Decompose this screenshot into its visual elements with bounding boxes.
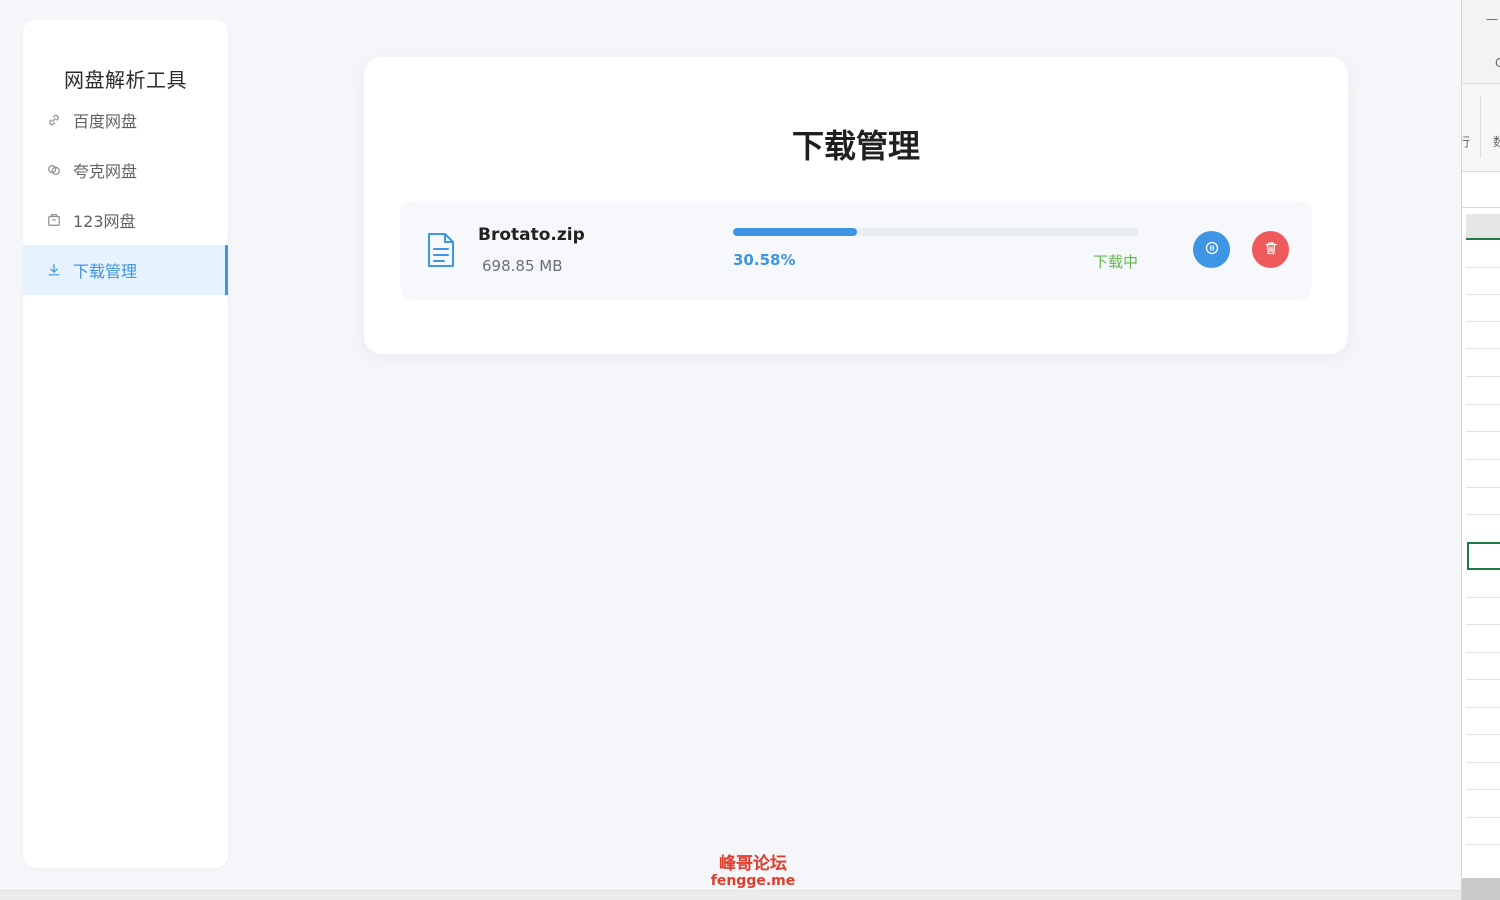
selected-cell[interactable] <box>1467 542 1500 570</box>
grid-line <box>1466 376 1500 377</box>
grid-line <box>1466 844 1500 845</box>
grid-line <box>1466 348 1500 349</box>
sidebar-item-label: 夸克网盘 <box>73 162 138 181</box>
grid-line <box>1466 707 1500 708</box>
window-bottom-edge <box>0 890 1461 900</box>
download-icon <box>47 263 61 277</box>
grid-line <box>1466 679 1500 680</box>
grid-line <box>1466 597 1500 598</box>
file-name: Brotato.zip <box>478 225 585 245</box>
file-size: 698.85 MB <box>482 257 563 275</box>
sidebar-item-label: 123网盘 <box>73 212 136 231</box>
download-manager-panel: 下载管理 Brotato.zip 698.85 MB 30.58% 下载中 <box>364 57 1348 354</box>
column-header <box>1466 214 1500 240</box>
grid-line <box>1466 431 1500 432</box>
grid-line <box>1466 624 1500 625</box>
app-window: 网盘解析工具 百度网盘 夸克网盘 123网盘 下载管理 下载管理 Brotato… <box>0 0 1500 900</box>
sidebar: 网盘解析工具 百度网盘 夸克网盘 123网盘 下载管理 <box>23 20 228 868</box>
download-item: Brotato.zip 698.85 MB 30.58% 下载中 <box>400 201 1312 300</box>
sidebar-nav: 百度网盘 夸克网盘 123网盘 下载管理 <box>23 95 228 295</box>
ribbon-glyph: C <box>1495 56 1500 70</box>
grid-line <box>1466 321 1500 322</box>
link-icon <box>47 113 61 127</box>
grid-line <box>1466 514 1500 515</box>
trash-icon <box>1263 240 1279 259</box>
app-title: 网盘解析工具 <box>64 68 187 92</box>
grid-line <box>1466 487 1500 488</box>
background-window-ribbon <box>1462 84 1500 172</box>
storage-box-icon <box>47 213 61 227</box>
ribbon-divider <box>1480 96 1481 158</box>
grid-line <box>1466 789 1500 790</box>
grid-line <box>1466 762 1500 763</box>
minimize-glyph: — <box>1486 12 1498 26</box>
sidebar-item-baidu[interactable]: 百度网盘 <box>23 95 228 145</box>
grid-line <box>1466 267 1500 268</box>
background-window-statusbar <box>1462 878 1500 900</box>
watermark: 峰哥论坛 fengge.me <box>703 854 803 889</box>
grid-line <box>1466 652 1500 653</box>
sidebar-item-123pan[interactable]: 123网盘 <box>23 195 228 245</box>
watermark-text-cn: 峰哥论坛 <box>719 854 787 874</box>
watermark-text-en: fengge.me <box>710 872 796 889</box>
file-document-icon <box>426 232 456 268</box>
grid-line <box>1466 459 1500 460</box>
pause-icon <box>1204 240 1220 259</box>
grid-line <box>1466 734 1500 735</box>
sidebar-item-label: 下载管理 <box>73 262 138 281</box>
sidebar-item-label: 百度网盘 <box>73 112 138 131</box>
grid-line <box>1466 817 1500 818</box>
ribbon-label-fragment: 行 <box>1462 133 1470 150</box>
chain-circle-icon <box>47 163 61 177</box>
formula-bar <box>1462 172 1500 208</box>
grid-line <box>1466 404 1500 405</box>
sidebar-item-quark[interactable]: 夸克网盘 <box>23 145 228 195</box>
progress-bar-fill <box>733 228 857 236</box>
pause-button[interactable] <box>1193 231 1230 268</box>
progress-percent: 30.58% <box>733 251 796 269</box>
background-window: — C 行 数 <box>1461 0 1500 900</box>
ribbon-label-fragment: 数 <box>1493 133 1500 150</box>
page-title: 下载管理 <box>791 127 920 165</box>
download-status: 下载中 <box>1092 253 1138 271</box>
sidebar-item-download-manager[interactable]: 下载管理 <box>23 245 228 295</box>
progress-bar <box>733 228 1138 236</box>
grid-line <box>1466 294 1500 295</box>
delete-button[interactable] <box>1252 231 1289 268</box>
